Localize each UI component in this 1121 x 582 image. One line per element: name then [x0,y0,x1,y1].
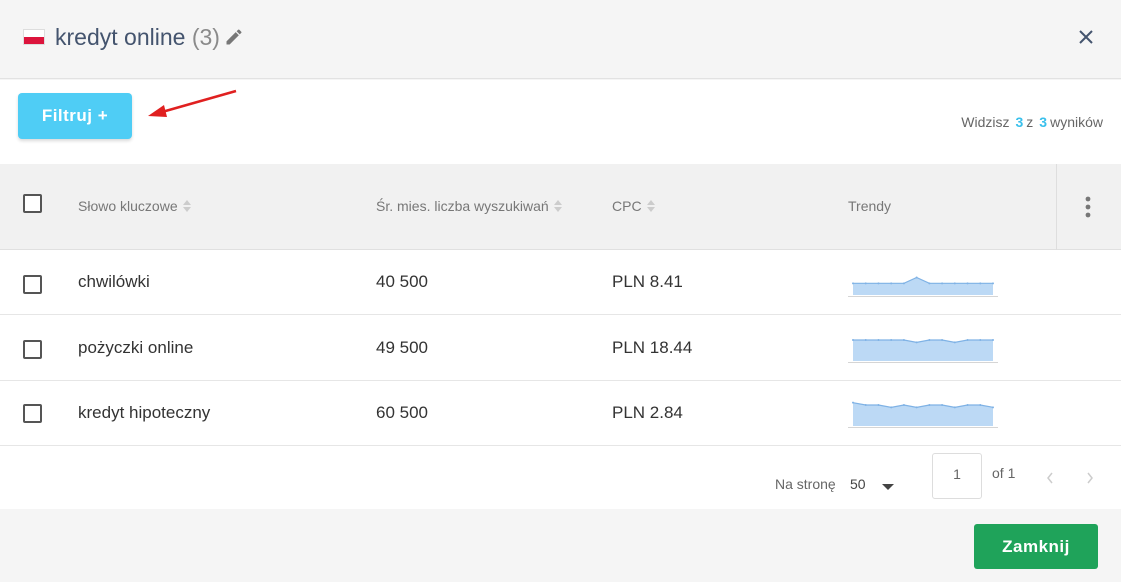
trend-point [877,339,880,341]
volume-cell: 40 500 [376,272,428,291]
table-row: chwilówki 40 500 PLN 8.41 [0,250,1121,315]
trend-point [915,276,918,279]
trend-point [953,406,956,409]
keyword-cell: pożyczki online [78,338,194,357]
trend-point [928,282,931,285]
results-count: Widzisz 3 z 3 wyników [961,114,1103,130]
poland-flag-icon [23,29,45,45]
results-card: Filtruj + Widzisz 3 z 3 wyników Słowo kluczo… [0,80,1121,509]
column-divider [1056,164,1057,250]
row-checkbox[interactable] [23,275,42,294]
keyword-cell: chwilówki [78,272,150,291]
trend-point [852,282,854,285]
per-page-select[interactable]: 50 [850,476,866,492]
table-row: pożyczki online 49 500 PLN 18.44 [0,316,1121,381]
sort-icon[interactable] [646,200,655,212]
trend-point [902,282,905,285]
trend-point [941,339,944,341]
column-header-keyword[interactable]: Słowo kluczowe [78,198,191,214]
cpc-cell: PLN 18.44 [612,338,693,357]
trend-point [979,282,982,285]
trend-point [953,282,956,285]
trend-point [864,282,867,285]
trend-point [928,404,931,406]
trend-area [853,340,993,361]
sort-icon[interactable] [182,200,191,212]
column-header-cpc[interactable]: CPC [612,198,655,214]
page-number-input[interactable]: 1 [932,453,982,499]
trend-point [953,341,956,344]
table-header: Słowo kluczowe Śr. mies. liczba wyszukiw… [0,164,1121,250]
cpc-cell: PLN 8.41 [612,272,683,291]
filter-button[interactable]: Filtruj + [18,93,132,139]
volume-cell: 60 500 [376,403,428,422]
chevron-down-icon[interactable] [882,484,894,490]
per-page-label: Na stronę [775,476,836,492]
more-options-icon[interactable] [1084,196,1092,218]
trend-point [915,341,918,344]
trend-point [890,282,893,285]
cpc-cell: PLN 2.84 [612,403,683,422]
trend-point [915,406,918,409]
trend-point [902,404,905,406]
keyword-cell: kredyt hipoteczny [78,403,211,422]
trend-point [966,282,969,285]
trend-point [864,339,867,341]
title-text: kredyt online [55,24,186,50]
trend-point [890,339,893,341]
trend-point [979,404,982,406]
trend-point [941,404,944,406]
sort-icon[interactable] [553,200,562,212]
close-icon[interactable] [1076,27,1096,47]
row-checkbox[interactable] [23,340,42,359]
chevron-right-icon[interactable] [1086,472,1094,484]
trend-point [877,404,880,406]
edit-pencil-icon[interactable] [224,27,244,47]
chevron-left-icon[interactable] [1046,472,1054,484]
trend-point [928,339,931,341]
trend-point [966,404,969,406]
trend-point [966,339,969,341]
trend-point [890,406,893,409]
trend-point [852,401,854,404]
trend-point [902,339,905,341]
volume-cell: 49 500 [376,338,428,357]
trend-point [992,339,994,341]
title-count: (3) [191,24,220,50]
modal-header: kredyt online (3) [0,0,1121,79]
page-total: of 1 [992,465,1016,481]
trend-point [877,282,880,285]
modal-title: kredyt online (3) [55,24,220,51]
trend-point [941,282,944,285]
close-modal-button[interactable]: Zamknij [974,524,1098,569]
row-checkbox[interactable] [23,404,42,423]
red-arrow-annotation [148,89,237,117]
trend-sparkline [848,401,998,428]
column-header-trends: Trendy [848,198,892,214]
select-all-checkbox[interactable] [23,194,42,213]
trend-point [864,404,867,406]
column-header-volume[interactable]: Śr. mies. liczba wyszukiwań [376,198,562,214]
trend-point [979,339,982,341]
trend-point [852,339,854,341]
trend-sparkline [848,339,998,363]
trend-sparkline [848,276,998,297]
trend-point [992,282,994,285]
trend-point [992,406,994,409]
table-row: kredyt hipoteczny 60 500 PLN 2.84 [0,381,1121,446]
